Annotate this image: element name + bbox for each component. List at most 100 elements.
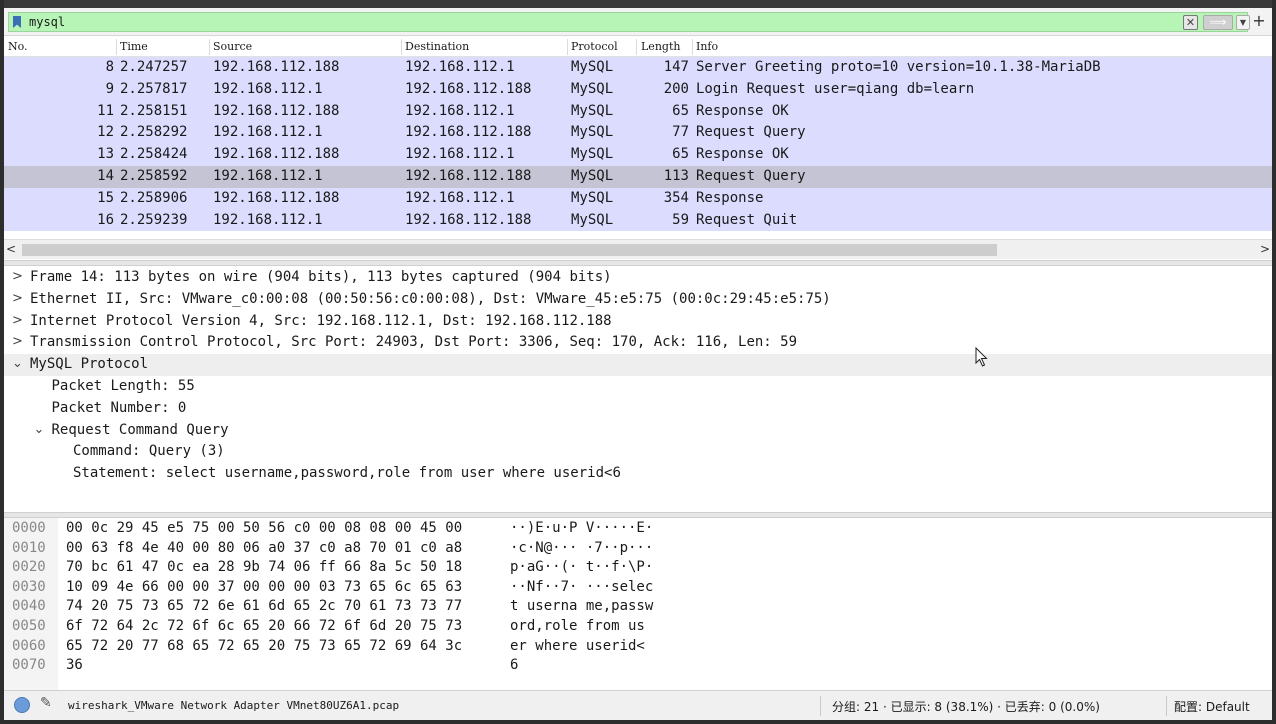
packet-cell-protocol: MySQL [571, 80, 614, 97]
configuration-profile[interactable]: 配置: Default [1174, 698, 1250, 715]
packet-cell-source: 192.168.112.1 [213, 80, 323, 97]
packet-cell-info: Login Request user=qiang db=learn [696, 80, 975, 97]
expand-arrow-icon[interactable]: > [12, 291, 26, 306]
packet-cell-protocol: MySQL [571, 167, 614, 184]
detail-text: Internet Protocol Version 4, Src: 192.16… [30, 312, 612, 329]
detail-text: MySQL Protocol [30, 356, 149, 373]
hex-row[interactable]: 0040 74 20 75 73 65 72 6e 61 6d 65 2c 70 … [4, 597, 1272, 617]
packet-cell-info: Response OK [696, 146, 789, 163]
detail-tree-item[interactable]: ⌄ MySQL Protocol [4, 354, 1272, 376]
hex-row[interactable]: 0030 10 09 4e 66 00 00 37 00 00 00 03 73 … [4, 578, 1272, 598]
column-header-length[interactable]: Length [641, 40, 680, 53]
packet-cell-destination: 192.168.112.1 [405, 189, 515, 206]
hex-row[interactable]: 0050 6f 72 64 2c 72 6f 6c 65 20 66 72 6f … [4, 617, 1272, 637]
column-divider[interactable] [116, 39, 117, 55]
clear-filter-icon[interactable]: ✕ [1183, 15, 1198, 30]
detail-tree-item[interactable]: Command: Query (3) [4, 441, 1272, 463]
detail-text: Frame 14: 113 bytes on wire (904 bits), … [30, 269, 612, 285]
detail-tree-item[interactable]: > Frame 14: 113 bytes on wire (904 bits),… [4, 267, 1272, 289]
detail-tree-item[interactable]: > Internet Protocol Version 4, Src: 192.1… [4, 311, 1272, 333]
column-header-source[interactable]: Source [213, 40, 252, 53]
expert-info-icon[interactable] [14, 697, 30, 713]
hex-ascii: er where userid< [510, 637, 645, 654]
collapse-arrow-icon[interactable]: ⌄ [34, 422, 48, 437]
bookmark-icon[interactable] [13, 16, 21, 28]
packet-cell-time: 2.259239 [120, 211, 188, 228]
window-right-edge [1272, 0, 1276, 724]
column-divider[interactable] [567, 39, 568, 55]
packet-cell-no: 13 [97, 146, 114, 163]
detail-tree-item[interactable]: Packet Length: 55 [4, 376, 1272, 398]
expand-arrow-icon[interactable]: > [12, 313, 26, 328]
packet-cell-protocol: MySQL [571, 211, 614, 228]
packet-statistics: 分组: 21 · 已显示: 8 (38.1%) · 已丢弃: 0 (0.0%) [832, 700, 1100, 714]
filter-history-dropdown-icon[interactable]: ▼ [1236, 15, 1250, 30]
detail-tree-item[interactable]: > Transmission Control Protocol, Src Port… [4, 332, 1272, 354]
packet-cell-destination: 192.168.112.188 [405, 124, 532, 141]
packet-row[interactable]: 16 2.259239 192.168.112.1 192.168.112.188 My… [4, 209, 1272, 232]
hex-bytes: 10 09 4e 66 00 00 37 00 00 00 03 73 65 6… [66, 578, 463, 595]
packet-row[interactable]: 8 2.247257 192.168.112.188 192.168.112.1 MyS… [4, 57, 1272, 79]
collapse-arrow-icon[interactable]: ⌄ [12, 356, 26, 371]
packet-cell-no: 16 [97, 211, 114, 228]
packet-row[interactable]: 13 2.258424 192.168.112.188 192.168.112.1 My… [4, 144, 1272, 166]
packet-cell-time: 2.258424 [120, 146, 188, 163]
hex-row[interactable]: 0000 00 0c 29 45 e5 75 00 50 56 c0 00 08 … [4, 519, 1272, 539]
column-header-protocol[interactable]: Protocol [571, 40, 618, 53]
hex-bytes: 00 63 f8 4e 40 00 80 06 a0 37 c0 a8 70 0… [66, 539, 463, 556]
display-filter-text[interactable]: mysql [29, 15, 65, 29]
hex-row[interactable]: 0060 65 72 20 77 68 65 72 65 20 75 73 65 … [4, 637, 1272, 657]
packet-row[interactable]: 9 2.257817 192.168.112.1 192.168.112.188 MyS… [4, 78, 1272, 101]
hex-ascii: ord,role from us [510, 618, 645, 634]
column-divider[interactable] [692, 39, 693, 55]
packet-cell-time: 2.247257 [120, 59, 188, 75]
scroll-left-arrow-icon[interactable]: < [6, 242, 16, 256]
detail-tree-item[interactable]: Statement: select username,password,role… [4, 463, 1272, 485]
packet-cell-no: 15 [97, 189, 114, 206]
column-divider[interactable] [401, 39, 402, 55]
detail-tree-item[interactable]: Packet Number: 0 [4, 398, 1272, 420]
detail-tree-item[interactable]: ⌄ Request Command Query [4, 420, 1272, 442]
packet-cell-destination: 192.168.112.1 [405, 102, 515, 119]
column-divider[interactable] [636, 39, 637, 55]
detail-text: Command: Query (3) [73, 443, 225, 460]
column-header-no[interactable]: No. [8, 40, 28, 53]
detail-tree-item[interactable]: > Ethernet II, Src: VMware_c0:00:08 (00:5… [4, 289, 1272, 311]
packet-row[interactable]: 15 2.258906 192.168.112.188 192.168.112.1 My… [4, 187, 1272, 210]
capture-comment-icon[interactable]: ✎ [40, 695, 52, 711]
column-header-info[interactable]: Info [696, 40, 718, 53]
packet-cell-time: 2.257817 [120, 80, 188, 97]
column-header-time[interactable]: Time [120, 40, 148, 53]
column-header-destination[interactable]: Destination [405, 40, 469, 53]
packet-cell-destination: 192.168.112.188 [405, 211, 532, 228]
hex-row[interactable]: 0010 00 63 f8 4e 40 00 80 06 a0 37 c0 a8 … [4, 539, 1272, 559]
hex-offset: 0030 [12, 578, 46, 595]
status-divider [820, 696, 821, 716]
hex-bytes: 6f 72 64 2c 72 6f 6c 65 20 66 72 6f 6d 2… [66, 618, 463, 634]
packet-cell-protocol: MySQL [571, 189, 614, 206]
window-top-edge [0, 0, 1276, 8]
packet-cell-info: Request Query [696, 124, 806, 141]
packet-cell-source: 192.168.112.188 [213, 146, 340, 163]
scrollbar-thumb[interactable] [22, 244, 997, 256]
hex-row[interactable]: 0070 36 6 [4, 656, 1272, 676]
hex-ascii: p·aG··(· t··f·\P· [510, 559, 654, 576]
column-divider[interactable] [209, 39, 210, 55]
add-filter-button-icon[interactable]: + [1251, 12, 1267, 30]
detail-text: Packet Number: 0 [51, 399, 187, 416]
packet-cell-length: 113 [663, 167, 689, 184]
hex-row[interactable]: 0020 70 bc 61 47 0c ea 28 9b 74 06 ff 66 … [4, 558, 1272, 578]
detail-text: Transmission Control Protocol, Src Port:… [30, 334, 798, 351]
packet-list-header: No. Time Source Destination Protocol Len… [4, 37, 1272, 57]
packet-row[interactable]: 11 2.258151 192.168.112.188 192.168.112.1 My… [4, 100, 1272, 123]
packet-cell-source: 192.168.112.1 [213, 211, 323, 228]
expand-arrow-icon[interactable]: > [12, 334, 26, 349]
packet-row[interactable]: 14 2.258592 192.168.112.1 192.168.112.188 My… [4, 165, 1272, 188]
packet-cell-length: 59 [672, 211, 689, 228]
packet-row[interactable]: 12 2.258292 192.168.112.1 192.168.112.188 My… [4, 122, 1272, 145]
expand-arrow-icon[interactable]: > [12, 269, 26, 284]
scroll-right-arrow-icon[interactable]: > [1260, 242, 1270, 256]
display-filter-input[interactable]: mysql ✕ ⟹ ▼ [8, 12, 1250, 32]
apply-filter-icon[interactable]: ⟹ [1203, 15, 1233, 30]
packet-list-horizontal-scrollbar[interactable]: < > [4, 239, 1272, 259]
